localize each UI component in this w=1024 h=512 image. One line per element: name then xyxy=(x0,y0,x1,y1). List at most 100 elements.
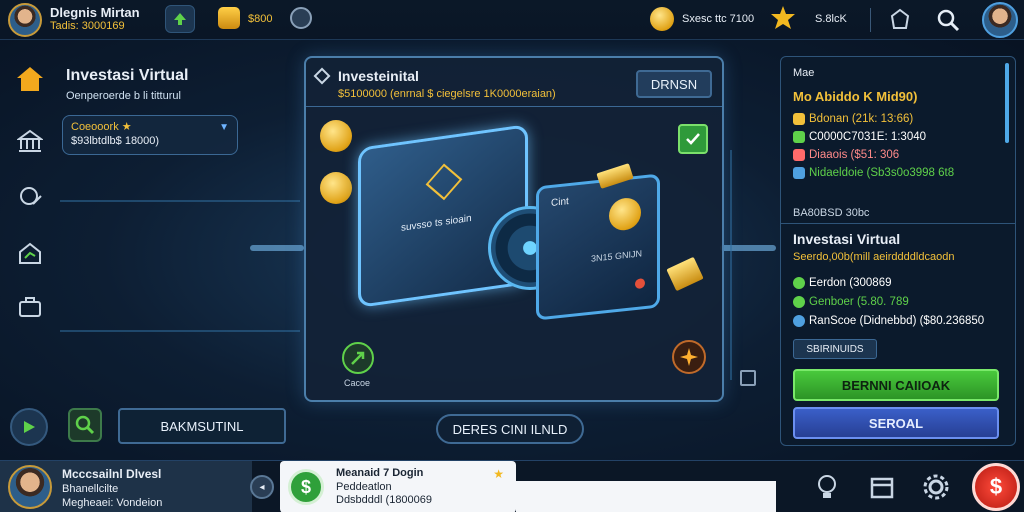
section-stat-row: Genboer (5.80. 789 xyxy=(793,296,984,308)
section-title: Investasi Virtual xyxy=(793,231,901,247)
section-divider xyxy=(781,223,1015,224)
stat-icon xyxy=(793,315,805,327)
secondary-card-label: Cint xyxy=(551,196,569,209)
stat-text: Bdonan (21k: 13:66) xyxy=(809,113,914,125)
secondary-card-value: 3N15 GNIJN xyxy=(591,248,643,264)
gold-coin-icon xyxy=(609,196,641,232)
home-icon[interactable] xyxy=(15,64,45,94)
circuit-line xyxy=(720,245,776,251)
top-bar: Dlegnis Mirtan Tadis: 3000169 $800 Sxesc… xyxy=(0,0,1024,40)
achievement-icon[interactable] xyxy=(888,8,912,32)
bottom-user-avatar[interactable] xyxy=(8,465,52,509)
stat-row: Diaaois ($51: 306 xyxy=(793,149,954,161)
stat-icon xyxy=(793,131,805,143)
mid-stat: Sxesc ttc 7100 xyxy=(682,13,755,25)
summary-line-2: $93lbtdlb$ 18000) xyxy=(71,135,160,147)
notification-line3: Ddsbdddl (1800069 xyxy=(336,494,433,506)
stat-icon xyxy=(793,296,805,308)
briefcase-icon[interactable] xyxy=(15,292,45,322)
notification-line2: Peddeatlon xyxy=(336,481,392,493)
chart-icon[interactable] xyxy=(15,238,45,268)
circuit-line xyxy=(250,245,304,251)
profile-avatar[interactable] xyxy=(982,2,1018,38)
info-tag[interactable]: SBIRINUIDS xyxy=(793,339,877,359)
user-sub: Tadis: 3000169 xyxy=(50,20,125,32)
stat-text: Diaaois ($51: 306 xyxy=(809,149,900,161)
search-money-icon[interactable] xyxy=(68,408,102,442)
stat-icon xyxy=(793,277,805,289)
circuit-line xyxy=(730,150,732,380)
settings-icon[interactable] xyxy=(922,473,950,501)
left-title: Investasi Virtual xyxy=(66,67,189,84)
gear-icon[interactable] xyxy=(290,7,312,29)
bottom-action-button[interactable]: BAKMSUTINL xyxy=(118,408,286,444)
info-tag-label: SBIRINUIDS xyxy=(806,343,864,355)
investment-summary-box[interactable]: Coeooork ★ $93lbtdlb$ 18000) ▼ xyxy=(62,115,238,155)
section-subtitle: Seerdo,00b(mill aeirddddldcaodn xyxy=(793,251,955,263)
section-stat-row: RanScoe (Didnebbd) ($80.236850 xyxy=(793,315,984,327)
right-info-panel: Mae Mo Abiddo K Mid90) Bdonan (21k: 13:6… xyxy=(780,56,1016,446)
money-coin-icon[interactable] xyxy=(320,172,352,204)
shield-coin-icon[interactable] xyxy=(320,120,352,152)
device-logo-icon xyxy=(425,163,463,201)
search-icon[interactable] xyxy=(936,8,960,32)
growth-arrow-icon[interactable] xyxy=(342,342,374,374)
user-avatar[interactable] xyxy=(8,3,42,37)
secondary-card: Cint 3N15 GNIJN xyxy=(536,173,660,321)
user-name: Dlegnis Mirtan xyxy=(50,5,140,20)
diamond-icon xyxy=(313,67,331,85)
stat-row: Bdonan (21k: 13:66) xyxy=(793,113,954,125)
main-investment-card: Investeinital $5100000 (enrnal $ ciegels… xyxy=(304,56,724,402)
card-header-divider xyxy=(306,106,722,107)
bottom-user-line3: Megheaei: Vondeion xyxy=(62,497,163,509)
card-subtitle: $5100000 (enrnal $ ciegelsre 1K0000eraia… xyxy=(338,88,556,100)
coin-balance: $800 xyxy=(248,13,273,25)
stat-row: C0000C7031E: 1:3040 xyxy=(793,131,954,143)
stat-icon xyxy=(793,167,805,179)
divider-label: BA80BSD 30bc xyxy=(793,207,870,219)
stat-icon xyxy=(793,149,805,161)
bottom-user-card: Mcccsailnl Dlvesl Bhanellcilte Megheaei:… xyxy=(0,461,252,512)
white-strip xyxy=(516,481,776,512)
play-button[interactable] xyxy=(10,408,48,446)
expand-icon[interactable] xyxy=(740,370,756,386)
logo-icon[interactable]: $ xyxy=(972,463,1020,511)
center-pill-button[interactable]: DERES CINI ILNLD xyxy=(436,414,584,444)
star-coin-icon xyxy=(770,5,796,31)
edit-icon[interactable] xyxy=(15,182,45,212)
smile-coin-icon xyxy=(650,7,674,31)
circuit-line xyxy=(60,330,300,332)
right-stat: S.8lcK xyxy=(815,13,847,25)
bottom-user-name: Mcccsailnl Dlvesl xyxy=(62,467,162,481)
bottom-nav-button[interactable]: ◂ xyxy=(250,475,274,499)
bottom-user-line2: Bhanellcilte xyxy=(62,483,119,495)
notification-card[interactable]: $ Meanaid 7 Dogin Peddeatlon Ddsbdddl (1… xyxy=(280,461,516,512)
stat-text: C0000C7031E: 1:3040 xyxy=(809,131,927,143)
stat-text: Eerdon (300869 xyxy=(809,277,892,289)
circuit-line xyxy=(60,200,300,202)
bank-icon[interactable] xyxy=(15,126,45,156)
bottom-bar: Mcccsailnl Dlvesl Bhanellcilte Megheaei:… xyxy=(0,460,1024,512)
bottom-left-label: Cacoe xyxy=(344,378,371,388)
user-info: Dlegnis Mirtan Tadis: 3000169 xyxy=(50,5,140,32)
red-dot xyxy=(635,278,645,290)
chevron-down-icon[interactable]: ▼ xyxy=(219,122,229,133)
device-text: suvsso ts sioain xyxy=(401,212,472,234)
card-header-button[interactable]: DRNSN xyxy=(636,70,712,98)
secondary-blue-button[interactable]: SEROAL xyxy=(793,407,999,439)
scrollbar[interactable] xyxy=(1005,63,1009,143)
stats-list: Bdonan (21k: 13:66) C0000C7031E: 1:3040 … xyxy=(793,113,954,179)
store-icon[interactable] xyxy=(868,473,896,501)
star-burst-icon[interactable] xyxy=(672,340,706,374)
stat-text: Nidaeldoie (Sb3s0o3998 6t8 xyxy=(809,167,955,179)
section-stats-list: Eerdon (300869 Genboer (5.80. 789 RanSco… xyxy=(793,277,984,327)
card-title: Investeinital xyxy=(338,68,419,84)
cash-icon: $ xyxy=(288,469,324,505)
bulb-icon[interactable] xyxy=(814,473,840,501)
gold-bar-icon xyxy=(666,256,704,292)
check-badge-icon[interactable] xyxy=(678,124,708,154)
stat-row: Nidaeldoie (Sb3s0o3998 6t8 xyxy=(793,167,954,179)
arrow-up-icon[interactable] xyxy=(165,5,195,33)
coin-icon xyxy=(218,7,240,29)
primary-green-button[interactable]: BERNNI CAIIOAK xyxy=(793,369,999,401)
